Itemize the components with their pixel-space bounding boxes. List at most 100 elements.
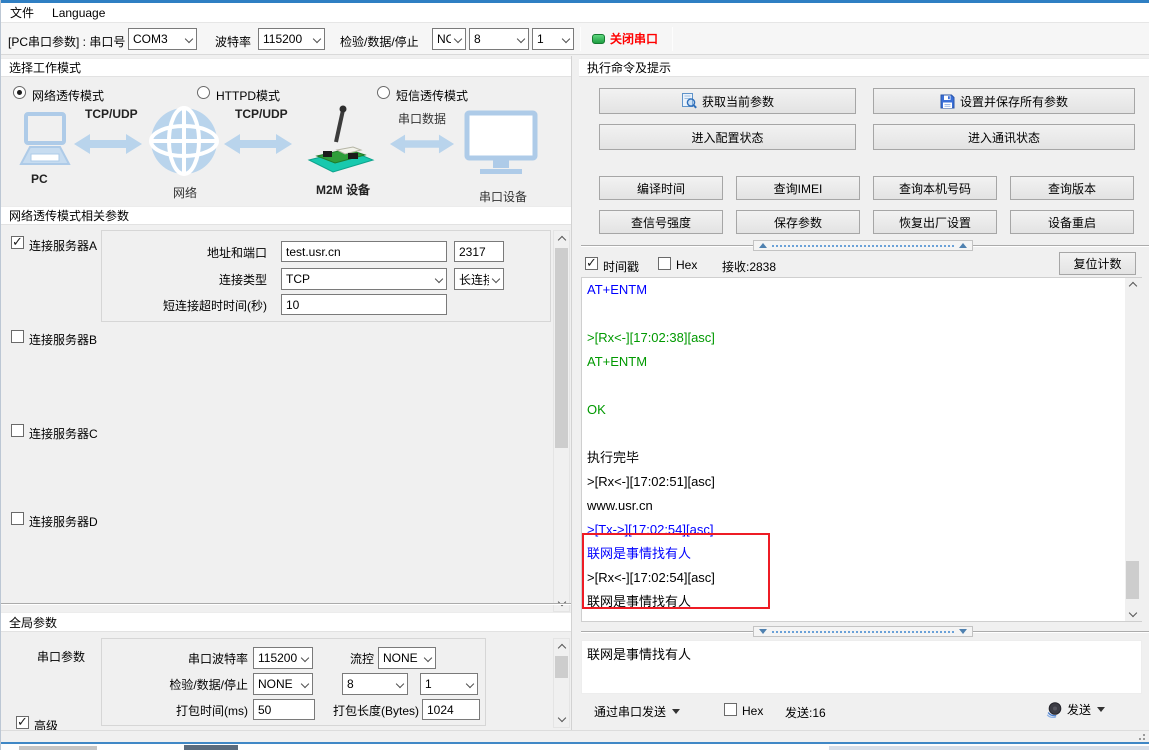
server-c-label: 连接服务器C	[29, 425, 98, 442]
global-params-header: 全局参数	[1, 612, 571, 632]
receive-log[interactable]: AT+ENTM >[Rx<-][17:02:38][asc]AT+ENTM OK…	[581, 277, 1142, 622]
server-b-checkbox[interactable]	[11, 330, 24, 346]
parity-select[interactable]: NONI	[432, 28, 466, 50]
log-line	[582, 374, 1141, 398]
query-phone-number-button[interactable]: 查询本机号码	[873, 176, 997, 200]
save-all-params-button[interactable]: 设置并保存所有参数	[873, 88, 1135, 114]
radio-net-passthrough[interactable]	[13, 86, 26, 102]
serial-baud-label: 串口波特率	[122, 650, 248, 667]
log-line: AT+ENTM	[582, 350, 1141, 374]
receive-hex-checkbox[interactable]	[658, 257, 671, 273]
compile-time-button[interactable]: 编译时间	[599, 176, 723, 200]
log-line	[582, 302, 1141, 326]
scroll-up-icon[interactable]	[1129, 282, 1137, 290]
server-d-label: 连接服务器D	[29, 513, 98, 530]
conn-mode-select[interactable]: 长连接	[454, 268, 504, 290]
com-port-select[interactable]: COM3	[128, 28, 197, 50]
save-params-button[interactable]: 保存参数	[736, 210, 860, 234]
flow-control-select[interactable]: NONE	[378, 647, 436, 669]
global-params-scrollbar[interactable]	[553, 638, 570, 728]
enter-comm-state-button[interactable]: 进入通讯状态	[873, 124, 1135, 150]
serial-device-monitor-icon	[463, 110, 539, 183]
serial-baud-select[interactable]: 115200	[253, 647, 313, 669]
send-input[interactable]: 联网是事情找有人	[581, 640, 1142, 694]
device-restart-button[interactable]: 设备重启	[1010, 210, 1134, 234]
radio-httpd-mode[interactable]	[197, 86, 210, 102]
collapse-down-icon	[959, 629, 967, 634]
query-signal-strength-button[interactable]: 查信号强度	[599, 210, 723, 234]
timestamp-checkbox[interactable]	[585, 257, 598, 273]
server-a-address-input[interactable]	[281, 241, 447, 262]
close-serial-button[interactable]: 关闭串口	[587, 27, 663, 50]
radio-icon	[377, 86, 390, 99]
chevron-down-icon	[396, 680, 404, 688]
diagram-network-label: 网络	[173, 184, 197, 201]
stopbits-select[interactable]: 1	[532, 28, 574, 50]
query-imei-button[interactable]: 查询IMEI	[736, 176, 860, 200]
chevron-down-icon	[301, 680, 309, 688]
databits-select[interactable]: 8	[469, 28, 529, 50]
global-params-groupbox: 串口波特率 115200 流控 NONE 检验/数据/停止 NONE 8 1 打…	[101, 638, 486, 726]
scroll-up-icon[interactable]	[558, 236, 566, 244]
radio-httpd-mode-label: HTTPD模式	[216, 87, 280, 104]
log-line: >[Rx<-][17:02:54][asc]	[582, 566, 1141, 590]
short-conn-timeout-input[interactable]	[281, 294, 447, 315]
diagram-link3-label: 串口数据	[398, 110, 446, 127]
server-a-port-input[interactable]	[454, 241, 504, 262]
vertical-splitter[interactable]	[571, 56, 579, 730]
net-params-header: 网络透传模式相关参数	[1, 206, 571, 225]
log-scrollbar[interactable]	[1125, 278, 1142, 621]
radio-sms-passthrough[interactable]	[377, 86, 390, 102]
scrollbar-thumb[interactable]	[555, 656, 568, 678]
menu-bar: 文件 Language	[1, 3, 1149, 23]
chevron-down-icon	[562, 35, 570, 43]
server-a-checkbox[interactable]	[11, 236, 24, 252]
caret-down-icon	[1097, 707, 1105, 716]
diagram-pc-label: PC	[31, 172, 48, 186]
chevron-down-icon	[435, 275, 443, 283]
menu-file[interactable]: 文件	[1, 2, 43, 23]
baud-label: 波特率	[215, 33, 251, 50]
pack-time-input[interactable]	[253, 699, 315, 720]
server-b-label: 连接服务器B	[29, 331, 97, 348]
conn-type-select[interactable]: TCP	[281, 268, 447, 290]
scroll-down-icon[interactable]	[558, 714, 566, 722]
radio-icon	[13, 86, 26, 99]
collapse-down-icon	[759, 629, 767, 634]
collapse-splitter-handle[interactable]	[753, 240, 973, 251]
scrollbar-thumb[interactable]	[555, 248, 568, 448]
global-stopbits-select[interactable]: 1	[420, 673, 478, 695]
query-version-button[interactable]: 查询版本	[1010, 176, 1134, 200]
global-parity-select[interactable]: NONE	[253, 673, 313, 695]
checkbox-icon	[11, 236, 24, 249]
document-magnifier-icon	[681, 93, 697, 109]
pc-laptop-icon	[17, 112, 73, 175]
server-d-checkbox[interactable]	[11, 512, 24, 528]
global-databits-select[interactable]: 8	[342, 673, 408, 695]
server-a-label: 连接服务器A	[29, 237, 97, 254]
scroll-up-icon[interactable]	[558, 644, 566, 652]
reset-counter-button[interactable]: 复位计数	[1059, 252, 1136, 275]
factory-reset-button[interactable]: 恢复出厂设置	[873, 210, 997, 234]
send-button[interactable]: 发送	[1041, 698, 1110, 721]
get-current-params-button[interactable]: 获取当前参数	[599, 88, 856, 114]
net-params-scrollbar[interactable]	[553, 230, 570, 612]
send-via-serial-dropdown[interactable]: 通过串口发送	[589, 700, 685, 723]
enter-config-state-button[interactable]: 进入配置状态	[599, 124, 856, 150]
server-c-checkbox[interactable]	[11, 424, 24, 440]
menu-language[interactable]: Language	[43, 4, 114, 22]
parity-label: 检验/数据/停止	[340, 33, 419, 50]
checkbox-icon	[658, 257, 671, 270]
serial-params-label: 串口参数	[37, 648, 85, 665]
baud-select[interactable]: 115200	[258, 28, 325, 50]
chevron-down-icon	[313, 35, 321, 43]
scrollbar-thumb[interactable]	[1126, 561, 1139, 599]
send-hex-checkbox[interactable]	[724, 703, 737, 719]
scroll-down-icon[interactable]	[1129, 609, 1137, 617]
pack-len-input[interactable]	[422, 699, 480, 720]
scroll-down-icon[interactable]	[558, 598, 566, 606]
collapse-splitter-handle[interactable]	[753, 626, 973, 637]
resize-grip-icon[interactable]	[1143, 734, 1145, 736]
log-line: >[Rx<-][17:02:38][asc]	[582, 326, 1141, 350]
log-line: AT+ENTM	[582, 278, 1141, 302]
